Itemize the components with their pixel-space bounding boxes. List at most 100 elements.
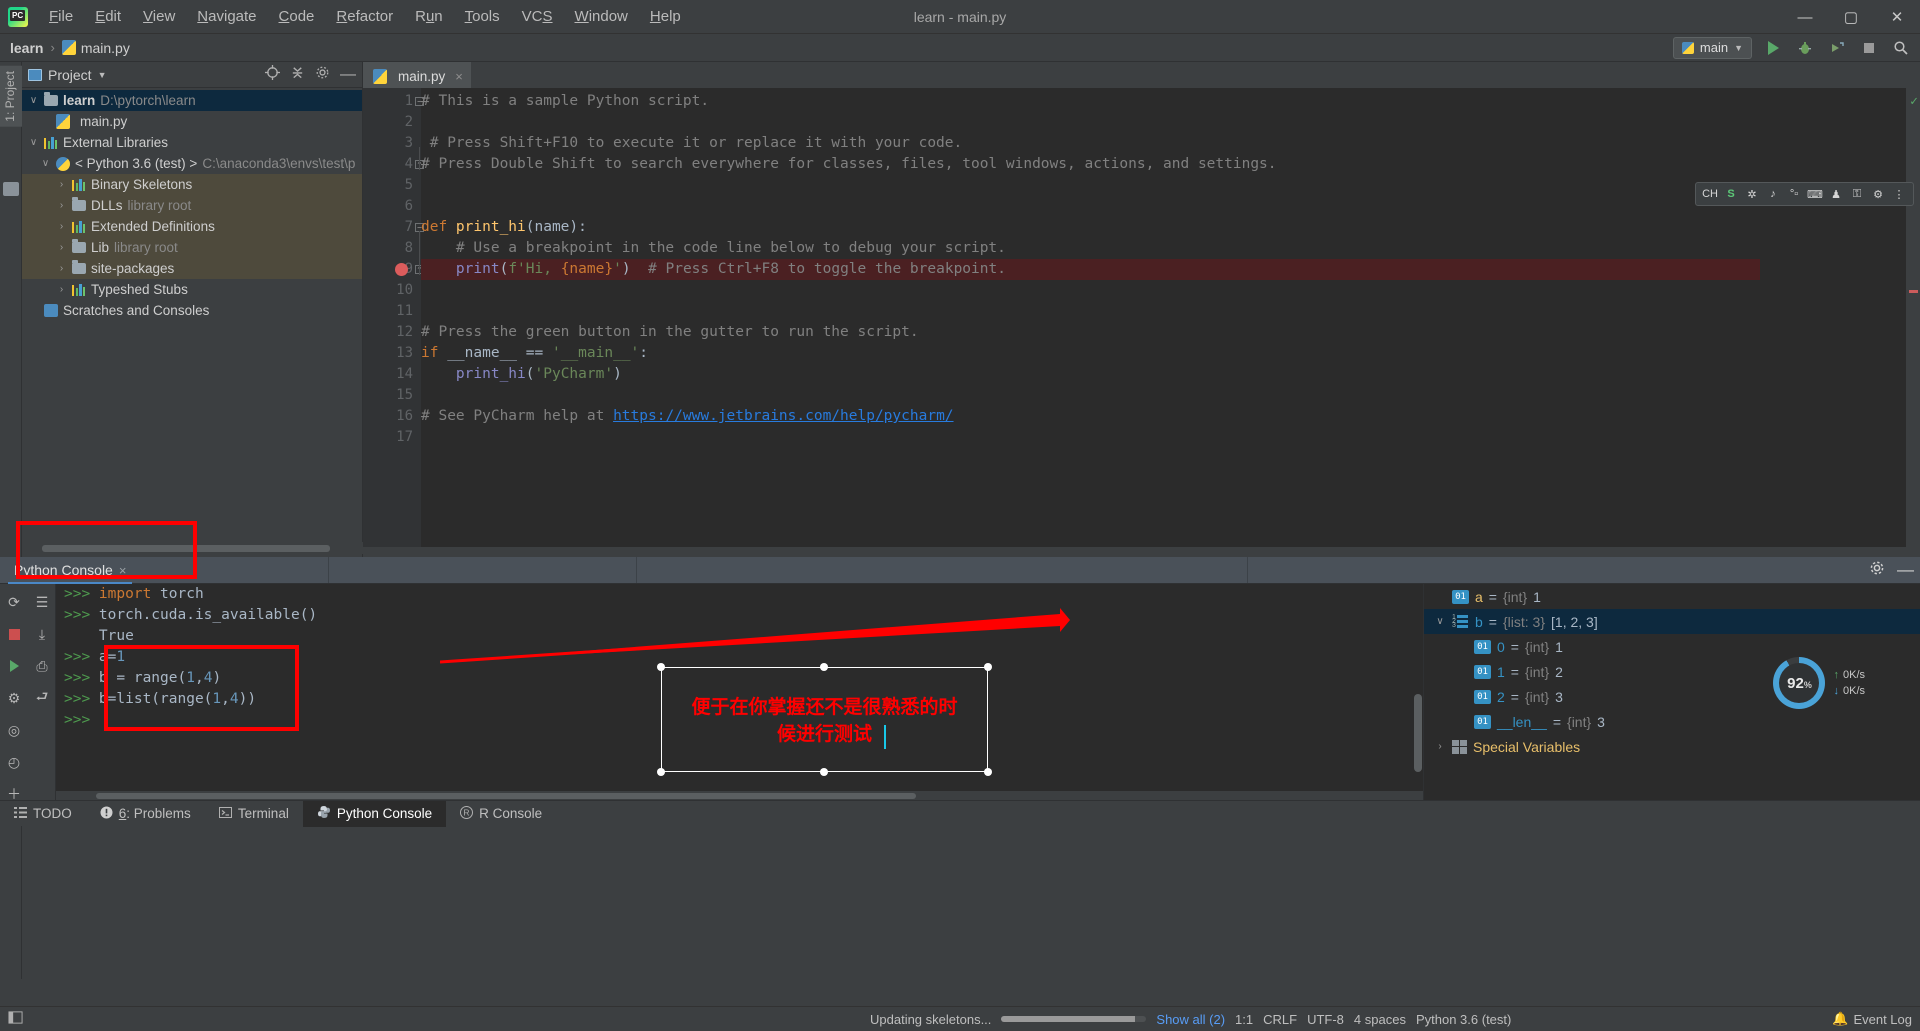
- indent-setting[interactable]: 4 spaces: [1354, 1012, 1406, 1027]
- breakpoint-icon[interactable]: [395, 263, 408, 276]
- menu-tools[interactable]: Tools: [454, 4, 511, 29]
- chevron-right-icon[interactable]: ›: [1434, 741, 1446, 752]
- ime-more-icon[interactable]: ⋮: [1891, 186, 1907, 202]
- menu-run[interactable]: Run: [404, 4, 454, 29]
- ime-flower-icon[interactable]: ✲: [1744, 186, 1760, 202]
- caret-position[interactable]: 1:1: [1235, 1012, 1253, 1027]
- show-all-link[interactable]: Show all (2): [1156, 1012, 1225, 1027]
- menu-vcs[interactable]: VCS: [511, 4, 564, 29]
- resize-handle-se[interactable]: [984, 768, 992, 776]
- console-horizontal-scrollbar[interactable]: [56, 791, 1423, 800]
- code-line[interactable]: [421, 427, 1760, 448]
- ime-toolbar[interactable]: CH S ✲ ♪ °▫ ⌨ ♟ ⚿ ⚙ ⋮: [1695, 182, 1914, 206]
- bottom-tab-terminal[interactable]: Terminal: [205, 801, 303, 827]
- history-clock-icon[interactable]: ◴: [0, 748, 28, 776]
- tree-item-extended-definitions[interactable]: › Extended Definitions: [22, 216, 362, 237]
- code-line[interactable]: if __name__ == '__main__':: [421, 343, 1760, 364]
- stop-console-icon[interactable]: [0, 620, 28, 648]
- minimize-button[interactable]: —: [1782, 0, 1828, 34]
- code-line[interactable]: [421, 280, 1760, 301]
- variables-scrollbar[interactable]: [1414, 694, 1422, 772]
- chevron-right-icon[interactable]: ›: [56, 179, 67, 190]
- annotation-text-note[interactable]: 便于在你掌握还不是很熟悉的时 候进行测试: [661, 694, 988, 748]
- bottom-tab-todo[interactable]: TODO: [0, 801, 86, 827]
- close-icon[interactable]: ×: [119, 563, 127, 578]
- ime-settings-icon[interactable]: ⚙: [1870, 186, 1886, 202]
- chevron-right-icon[interactable]: ›: [56, 200, 67, 211]
- editor-horizontal-scrollbar[interactable]: [363, 547, 1920, 557]
- resize-handle-s[interactable]: [820, 768, 828, 776]
- maximize-button[interactable]: ▢: [1828, 0, 1874, 34]
- code-line[interactable]: [421, 301, 1760, 322]
- tree-item-external-libraries[interactable]: ∨ External Libraries: [22, 132, 362, 153]
- menu-navigate[interactable]: Navigate: [186, 4, 267, 29]
- variable-row-len[interactable]: 01 __len__ = {int} 3: [1424, 709, 1920, 734]
- code-line[interactable]: # This is a sample Python script.: [421, 91, 1760, 112]
- print-icon[interactable]: ⎙: [28, 652, 56, 680]
- code-line[interactable]: [421, 385, 1760, 406]
- code-line[interactable]: [421, 175, 1760, 196]
- tree-item-learn[interactable]: ∨ learn D:\pytorch\learn: [22, 90, 362, 111]
- ime-key-icon[interactable]: ⚿: [1849, 186, 1865, 202]
- menu-window[interactable]: Window: [564, 4, 639, 29]
- python-interpreter[interactable]: Python 3.6 (test): [1416, 1012, 1511, 1027]
- code-line[interactable]: [421, 112, 1760, 133]
- hide-panel-icon[interactable]: —: [340, 66, 356, 82]
- stop-button[interactable]: [1858, 37, 1880, 59]
- collapse-icon[interactable]: [3, 182, 19, 196]
- tree-item-binary-skeletons[interactable]: › Binary Skeletons: [22, 174, 362, 195]
- chevron-down-icon[interactable]: ▼: [98, 70, 107, 80]
- debug-button[interactable]: [1794, 37, 1816, 59]
- resize-handle-sw[interactable]: [657, 768, 665, 776]
- chevron-right-icon[interactable]: ›: [56, 221, 67, 232]
- run-with-coverage-button[interactable]: [1826, 37, 1848, 59]
- ime-symbol-icon[interactable]: °▫: [1786, 186, 1802, 202]
- code-line[interactable]: # Press the green button in the gutter t…: [421, 322, 1760, 343]
- ime-sogou-icon[interactable]: S: [1723, 186, 1739, 202]
- attach-debugger-icon[interactable]: ⚙: [0, 684, 28, 712]
- rerun-console-icon[interactable]: ⟳: [0, 588, 28, 616]
- hide-panel-icon[interactable]: —: [1897, 561, 1914, 578]
- ime-user-icon[interactable]: ♟: [1828, 186, 1844, 202]
- view-as-array-icon[interactable]: ◎: [0, 716, 28, 744]
- tree-item-site-packages[interactable]: › site-packages: [22, 258, 362, 279]
- chevron-down-icon[interactable]: ∨: [40, 158, 51, 169]
- menu-code[interactable]: Code: [268, 4, 326, 29]
- bottom-tab-problems[interactable]: 6: Problems: [86, 801, 205, 827]
- chevron-down-icon[interactable]: ∨: [1434, 616, 1446, 627]
- chevron-right-icon[interactable]: ›: [56, 242, 67, 253]
- variable-row-SpecialVariables[interactable]: › Special Variables: [1424, 734, 1920, 759]
- variable-row-0[interactable]: 01 0 = {int} 1: [1424, 634, 1920, 659]
- show-variables-icon[interactable]: ☰: [28, 588, 56, 616]
- menu-refactor[interactable]: Refactor: [325, 4, 404, 29]
- network-speed-widget[interactable]: 92% ↑ 0K/s ↓ 0K/s: [1773, 657, 1865, 709]
- search-icon[interactable]: [1890, 37, 1912, 59]
- run-configuration-selector[interactable]: main ▼: [1672, 36, 1752, 59]
- console-output[interactable]: >>> import torch >>> torch.cuda.is_availa…: [56, 584, 1423, 800]
- sidebar-tab-project[interactable]: 1: Project: [0, 66, 22, 127]
- project-panel-hscrollbar[interactable]: [22, 542, 363, 554]
- code-line[interactable]: print_hi('PyCharm'): [421, 364, 1760, 385]
- code-line[interactable]: # See PyCharm help at https://www.jetbra…: [421, 406, 1760, 427]
- tree-item-scratches-and-consoles[interactable]: Scratches and Consoles: [22, 300, 362, 321]
- breadcrumb-file[interactable]: main.py: [61, 40, 130, 56]
- line-separator[interactable]: CRLF: [1263, 1012, 1297, 1027]
- code-line[interactable]: def print_hi(name):: [421, 217, 1760, 238]
- tree-item-dlls[interactable]: › DLLs library root: [22, 195, 362, 216]
- settings-gear-icon[interactable]: [1869, 560, 1885, 581]
- editor-gutter[interactable]: 1−234⌃567−89⌃1011121314151617: [363, 88, 424, 557]
- breadcrumb-project[interactable]: learn: [10, 40, 43, 56]
- chevron-right-icon[interactable]: ›: [56, 284, 67, 295]
- execute-icon[interactable]: [0, 652, 28, 680]
- code-line[interactable]: # Press Shift+F10 to execute it or repla…: [421, 133, 1760, 154]
- bottom-tab-r-console[interactable]: R R Console: [446, 801, 556, 827]
- variable-row-a[interactable]: 01 a = {int} 1: [1424, 584, 1920, 609]
- settings-gear-icon[interactable]: [315, 65, 330, 85]
- stripe-tick[interactable]: [1909, 290, 1918, 293]
- code-line[interactable]: [421, 196, 1760, 217]
- tree-item-main-py[interactable]: main.py: [22, 111, 362, 132]
- code-content[interactable]: # This is a sample Python script. # Pres…: [421, 88, 1760, 557]
- resize-handle-n[interactable]: [820, 663, 828, 671]
- chevron-down-icon[interactable]: ∨: [28, 95, 39, 106]
- menu-view[interactable]: View: [132, 4, 186, 29]
